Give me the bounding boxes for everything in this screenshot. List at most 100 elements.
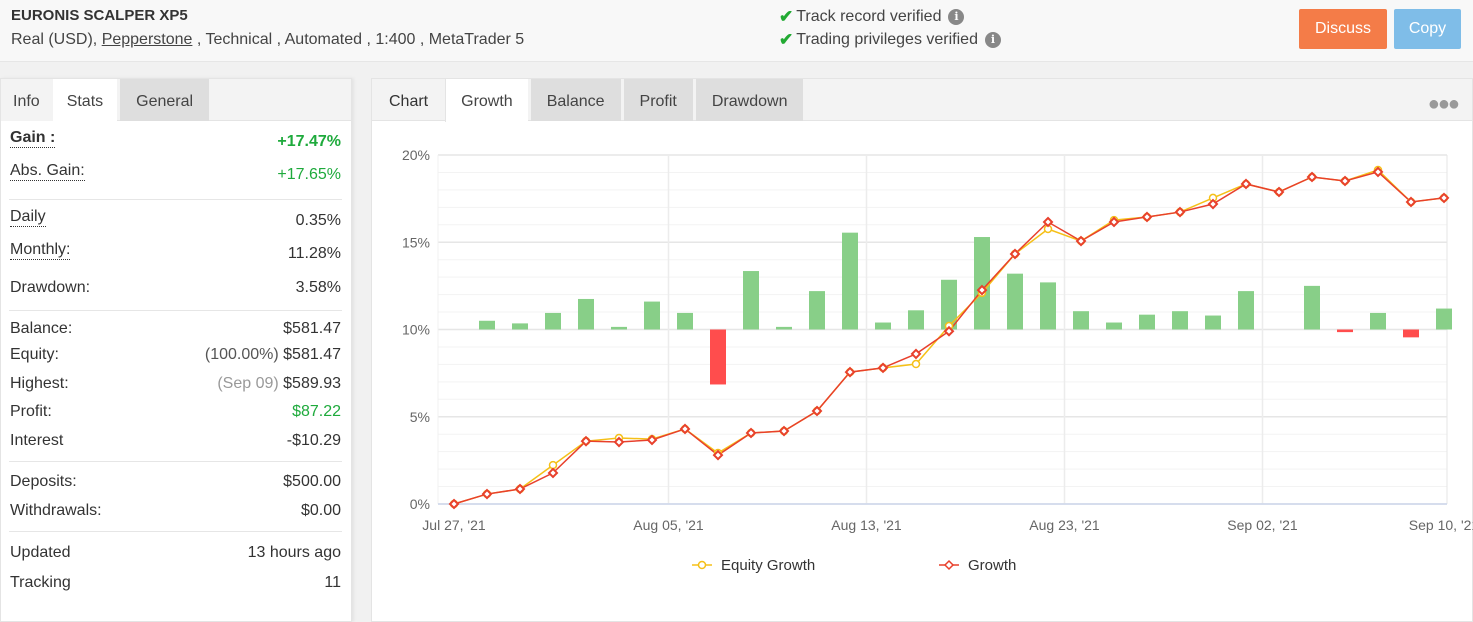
system-header: EURONIS SCALPER XP5 Real (USD), Pepperst… xyxy=(0,0,1473,62)
stat-value: $581.47 xyxy=(283,320,341,337)
tab-profit[interactable]: Profit xyxy=(623,79,693,121)
stat-tracking: Tracking 11 xyxy=(10,568,341,597)
bar-negative xyxy=(1403,329,1419,338)
tab-balance[interactable]: Balance xyxy=(530,79,621,121)
system-subtitle: Real (USD), Pepperstone , Technical , Au… xyxy=(11,31,524,49)
stat-label[interactable]: Gain : xyxy=(10,129,56,148)
y-tick-label: 15% xyxy=(402,234,430,250)
stat-value: 0.35% xyxy=(295,212,341,229)
tab-chart: Chart xyxy=(389,93,429,110)
tab-info[interactable]: Info xyxy=(1,79,53,121)
verification-label: Trading privileges verified xyxy=(796,31,978,48)
copy-button[interactable]: Copy xyxy=(1394,9,1461,49)
x-axis: Jul 27, '21 Aug 05, '21 Aug 13, '21 Aug 23,… xyxy=(422,517,1473,533)
x-tick-label: Jul 27, '21 xyxy=(422,517,486,533)
bar-positive xyxy=(809,291,825,330)
legend-item[interactable]: Growth xyxy=(939,557,1016,574)
system-attributes: , Technical , Automated , 1:400 , MetaTr… xyxy=(192,31,525,48)
x-tick-label: Aug 23, '21 xyxy=(1029,517,1100,533)
stat-label: Balance: xyxy=(10,320,73,337)
bar-positive xyxy=(1007,273,1023,330)
equity-growth-line xyxy=(453,169,1445,505)
stats-list: Gain : +17.47% Abs. Gain: +17.65% Daily … xyxy=(1,121,351,597)
equity-amount: $581.47 xyxy=(283,346,341,363)
stat-label: Interest xyxy=(10,431,64,449)
verification-label: Track record verified xyxy=(796,8,942,25)
tab-general[interactable]: General xyxy=(120,79,210,121)
stat-value: (Sep 09) $589.93 xyxy=(217,375,341,393)
stat-updated: Updated 13 hours ago xyxy=(10,532,341,568)
stats-panel: Info Stats General Gain : +17.47% Abs. G… xyxy=(0,78,352,622)
equity-growth-point xyxy=(911,359,921,369)
bar-positive xyxy=(1436,308,1452,330)
highest-date: (Sep 09) xyxy=(217,374,279,392)
stat-abs-gain: Abs. Gain: +17.65% xyxy=(10,157,341,193)
broker-link[interactable]: Pepperstone xyxy=(102,31,193,48)
bar-positive xyxy=(1139,314,1155,330)
bar-positive xyxy=(1040,282,1056,330)
stat-value: -$10.29 xyxy=(286,431,341,449)
system-title: EURONIS SCALPER XP5 xyxy=(11,7,188,24)
stat-value: (100.00%) $581.47 xyxy=(205,346,341,364)
stat-value: +17.65% xyxy=(277,166,341,183)
discuss-button[interactable]: Discuss xyxy=(1299,9,1387,49)
stat-value: 13 hours ago xyxy=(247,544,341,561)
track-record-verified: ✔ Track record verified i xyxy=(779,7,965,27)
trading-privileges-verified: ✔ Trading privileges verified i xyxy=(779,30,1001,50)
tab-growth[interactable]: Growth xyxy=(445,79,528,122)
y-tick-label: 10% xyxy=(402,322,430,338)
stat-value: 11.28% xyxy=(287,245,341,262)
stat-label: Profit: xyxy=(10,403,52,420)
account-type: Real (USD), xyxy=(11,31,102,48)
legend-marker-circle xyxy=(697,560,707,570)
bar-positive xyxy=(1238,291,1254,330)
bar-positive xyxy=(875,322,891,330)
stat-value: +17.47% xyxy=(277,133,341,150)
stat-profit: Profit: $87.22 xyxy=(10,398,341,426)
bar-positive xyxy=(545,312,561,330)
x-tick-label: Aug 13, '21 xyxy=(831,517,902,533)
stat-label: Updated xyxy=(10,544,71,561)
chart-tabs: Chart Growth Balance Profit Drawdown xyxy=(372,79,1472,122)
stat-label: Equity: xyxy=(10,346,59,363)
stats-tabs: Info Stats General xyxy=(1,79,351,122)
stat-value: $0.00 xyxy=(300,501,341,519)
stat-value: $500.00 xyxy=(283,473,341,490)
chart-panel: Chart Growth Balance Profit Drawdown ●●●… xyxy=(371,78,1473,622)
more-horizontal-icon[interactable]: ●●● xyxy=(1428,93,1460,116)
stat-label[interactable]: Abs. Gain: xyxy=(10,162,85,181)
bar-positive xyxy=(578,298,594,330)
info-icon[interactable]: i xyxy=(948,9,965,25)
stat-value: 3.58% xyxy=(295,279,341,296)
bar-positive xyxy=(842,232,858,330)
stat-label[interactable]: Daily xyxy=(10,208,46,227)
bar-positive xyxy=(611,326,627,330)
chart-legend: Equity Growth Growth xyxy=(692,557,1016,574)
y-tick-label: 20% xyxy=(402,147,430,163)
y-tick-label: 5% xyxy=(410,409,430,425)
bar-positive xyxy=(1370,312,1386,330)
bar-positive xyxy=(1172,311,1188,330)
bar-positive xyxy=(677,312,693,330)
bar-positive xyxy=(1106,322,1122,330)
tab-drawdown[interactable]: Drawdown xyxy=(695,79,804,121)
stat-interest: Interest -$10.29 xyxy=(10,426,341,455)
legend-label: Equity Growth xyxy=(721,557,815,574)
bar-positive xyxy=(1304,285,1320,330)
stat-highest: Highest: (Sep 09) $589.93 xyxy=(10,369,341,398)
stat-monthly: Monthly: 11.28% xyxy=(10,236,341,272)
x-tick-label: Sep 10, '21 xyxy=(1409,517,1473,533)
growth-chart: 0% 5% 10% 15% 20% Jul 27, '21 Aug 05, '21 Aug … xyxy=(402,147,1473,574)
check-icon: ✔ xyxy=(779,7,794,26)
legend-item[interactable]: Equity Growth xyxy=(692,557,815,574)
y-axis: 0% 5% 10% 15% 20% xyxy=(402,147,430,512)
bar-positive xyxy=(1205,315,1221,330)
info-icon[interactable]: i xyxy=(984,32,1001,48)
bar-positive xyxy=(644,301,660,330)
stat-label: Highest: xyxy=(10,374,69,392)
tab-stats[interactable]: Stats xyxy=(52,79,118,122)
stat-label[interactable]: Monthly: xyxy=(10,241,71,260)
growth-line xyxy=(453,171,1445,505)
stat-gain: Gain : +17.47% xyxy=(10,121,341,157)
highest-amount: $589.93 xyxy=(283,374,341,392)
